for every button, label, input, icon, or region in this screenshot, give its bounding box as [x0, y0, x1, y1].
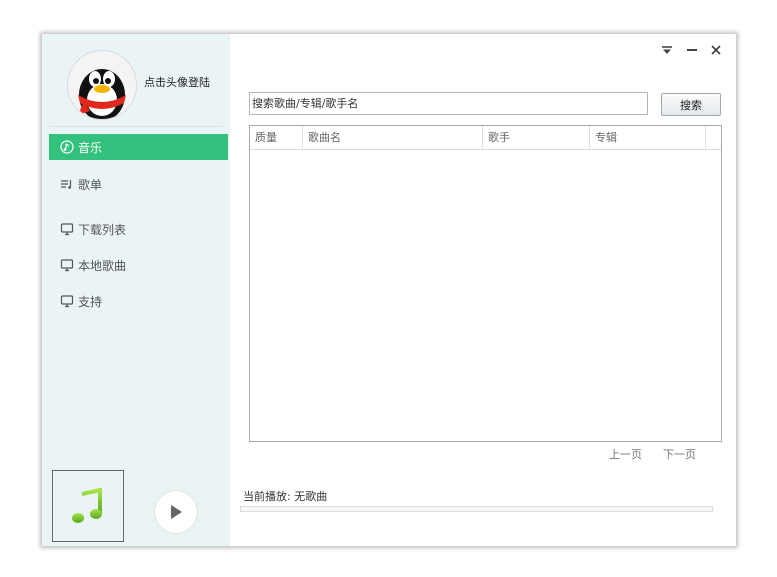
- minimize-icon: [687, 49, 697, 51]
- sidebar-item-playlist[interactable]: 歌单: [49, 171, 228, 197]
- playlist-icon: [60, 177, 74, 191]
- close-button[interactable]: [708, 42, 724, 58]
- column-header-quality[interactable]: 质量: [250, 126, 303, 149]
- next-page-button[interactable]: 下一页: [663, 446, 696, 462]
- monitor-icon: [60, 294, 74, 308]
- avatar[interactable]: [67, 50, 137, 120]
- results-table: 质量 歌曲名 歌手 专辑: [249, 125, 722, 442]
- sidebar: 点击头像登陆 音乐 歌单 下载列表 本地歌曲 支持: [42, 34, 230, 546]
- sidebar-item-label: 本地歌曲: [78, 258, 127, 273]
- now-playing-label: 当前播放:: [243, 490, 291, 503]
- monitor-icon: [60, 258, 74, 272]
- sidebar-item-local-songs[interactable]: 本地歌曲: [49, 252, 228, 278]
- column-header-song[interactable]: 歌曲名: [303, 126, 483, 149]
- column-header-album[interactable]: 专辑: [590, 126, 706, 149]
- sidebar-item-label: 下载列表: [78, 222, 127, 237]
- app-window: 点击头像登陆 音乐 歌单 下载列表 本地歌曲 支持 搜索歌曲/专辑/歌手名 搜索…: [42, 34, 736, 546]
- sidebar-item-label: 歌单: [78, 177, 103, 192]
- dropdown-menu-button[interactable]: [659, 42, 675, 58]
- search-input[interactable]: [249, 92, 648, 115]
- music-note-icon: [72, 487, 102, 523]
- now-playing-value: 无歌曲: [294, 490, 328, 503]
- progress-bar[interactable]: [240, 506, 713, 512]
- close-icon: [711, 45, 721, 55]
- sidebar-item-downloads[interactable]: 下载列表: [49, 216, 228, 242]
- now-playing: 当前播放: 无歌曲: [243, 488, 327, 504]
- login-prompt[interactable]: 点击头像登陆: [144, 74, 210, 90]
- prev-page-button[interactable]: 上一页: [609, 446, 642, 462]
- sidebar-item-label: 支持: [78, 294, 103, 309]
- column-header-filler: [706, 126, 721, 149]
- music-note-circle-icon: [60, 140, 74, 154]
- dropdown-menu-icon: [662, 46, 672, 54]
- play-icon: [171, 505, 182, 519]
- penguin-avatar-icon: [78, 69, 126, 119]
- sidebar-item-music[interactable]: 音乐: [49, 134, 228, 160]
- album-art: [52, 470, 124, 542]
- search-button[interactable]: 搜索: [661, 93, 721, 116]
- sidebar-divider: [50, 126, 222, 127]
- monitor-icon: [60, 222, 74, 236]
- minimize-button[interactable]: [684, 42, 700, 58]
- sidebar-item-support[interactable]: 支持: [49, 288, 228, 314]
- sidebar-item-label: 音乐: [78, 140, 103, 155]
- column-header-artist[interactable]: 歌手: [483, 126, 590, 149]
- play-button[interactable]: [154, 490, 198, 534]
- table-header: 质量 歌曲名 歌手 专辑: [250, 126, 721, 150]
